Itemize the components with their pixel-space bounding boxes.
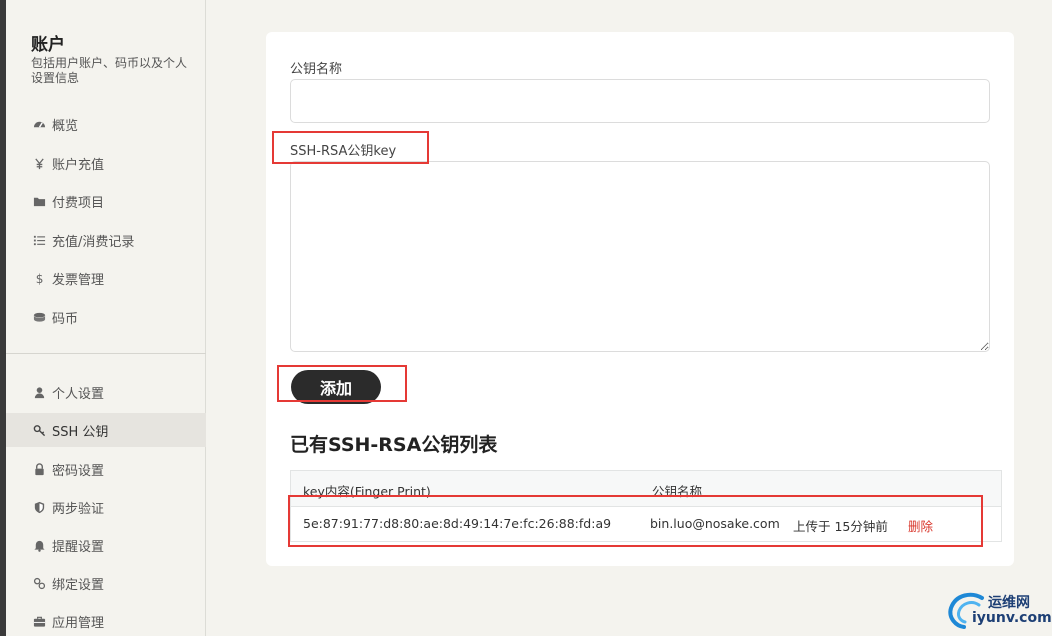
- key-icon: [32, 423, 46, 437]
- column-header-fingerprint: key内容(Finger Print): [303, 484, 431, 499]
- sidebar-item-paid-projects[interactable]: 付费项目: [6, 184, 206, 218]
- bell-icon: [32, 538, 46, 552]
- watermark-url: iyunv.com: [972, 610, 1052, 626]
- briefcase-icon: [32, 614, 46, 628]
- column-header-name: 公钥名称: [652, 484, 703, 499]
- yen-icon: [32, 156, 46, 170]
- upload-time: 上传于 15分钟前: [793, 519, 888, 534]
- delete-key-link[interactable]: 删除: [908, 516, 933, 535]
- sidebar-item-label: 付费项目: [52, 195, 105, 211]
- key-name: bin.luo@nosake.com: [650, 516, 780, 531]
- sidebar-item-password[interactable]: 密码设置: [6, 452, 206, 486]
- sidebar-item-recharge[interactable]: 账户充值: [6, 146, 206, 180]
- account-sidebar: 账户 包括用户账户、码币以及个人设置信息 概览 账户充值 付费项目 充值/消费记…: [6, 0, 206, 636]
- watermark-text: 运维网: [988, 595, 1030, 611]
- table-row: 5e:87:91:77:d8:80:ae:8d:49:14:7e:fc:26:8…: [290, 506, 1002, 542]
- sidebar-item-label: SSH 公钥: [52, 424, 109, 440]
- sidebar-item-records[interactable]: 充值/消费记录: [6, 223, 206, 257]
- sidebar-item-notifications[interactable]: 提醒设置: [6, 528, 206, 562]
- sidebar-item-apps[interactable]: 应用管理: [6, 604, 206, 636]
- sidebar-item-label: 概览: [52, 118, 79, 134]
- folder-icon: [32, 194, 46, 208]
- sidebar-item-label: 应用管理: [52, 615, 105, 631]
- sidebar-item-profile[interactable]: 个人设置: [6, 375, 206, 409]
- sidebar-item-invoices[interactable]: $ 发票管理: [6, 261, 206, 295]
- sidebar-title: 账户: [31, 35, 65, 55]
- coins-icon: [32, 310, 46, 324]
- sidebar-item-label: 发票管理: [52, 272, 105, 288]
- key-table-header: key内容(Finger Print) 公钥名称: [290, 470, 1002, 506]
- sidebar-item-label: 账户充值: [52, 157, 105, 173]
- key-list-title: 已有SSH-RSA公钥列表: [290, 434, 498, 456]
- sidebar-item-bindings[interactable]: 绑定设置: [6, 566, 206, 600]
- sidebar-item-label: 密码设置: [52, 463, 105, 479]
- sidebar-item-label: 两步验证: [52, 501, 105, 517]
- ssh-key-label: SSH-RSA公钥key: [290, 144, 397, 159]
- sidebar-item-label: 码币: [52, 311, 79, 327]
- sidebar-item-label: 提醒设置: [52, 539, 105, 555]
- sidebar-item-overview[interactable]: 概览: [6, 107, 206, 141]
- dollar-icon: $: [32, 271, 46, 285]
- sidebar-item-coins[interactable]: 码币: [6, 300, 206, 334]
- sidebar-item-label: 个人设置: [52, 386, 105, 402]
- link-icon: [32, 576, 46, 590]
- key-name-label: 公钥名称: [290, 62, 343, 77]
- add-key-button[interactable]: 添加: [291, 370, 381, 404]
- shield-icon: [32, 500, 46, 514]
- sidebar-item-label: 绑定设置: [52, 577, 105, 593]
- sidebar-item-label: 充值/消费记录: [52, 234, 135, 250]
- ssh-key-textarea[interactable]: [290, 161, 990, 352]
- user-icon: [32, 385, 46, 399]
- sidebar-divider: [6, 353, 206, 354]
- sidebar-item-two-factor[interactable]: 两步验证: [6, 490, 206, 524]
- lock-icon: [32, 462, 46, 476]
- sidebar-description: 包括用户账户、码币以及个人设置信息: [31, 56, 188, 85]
- svg-text:$: $: [35, 272, 43, 285]
- list-icon: [32, 233, 46, 247]
- key-fingerprint: 5e:87:91:77:d8:80:ae:8d:49:14:7e:fc:26:8…: [303, 516, 612, 531]
- key-name-input[interactable]: [290, 79, 990, 123]
- site-watermark: 运维网 iyunv.com: [946, 588, 1052, 632]
- sidebar-item-ssh-keys[interactable]: SSH 公钥: [6, 413, 206, 447]
- dashboard-icon: [32, 117, 46, 131]
